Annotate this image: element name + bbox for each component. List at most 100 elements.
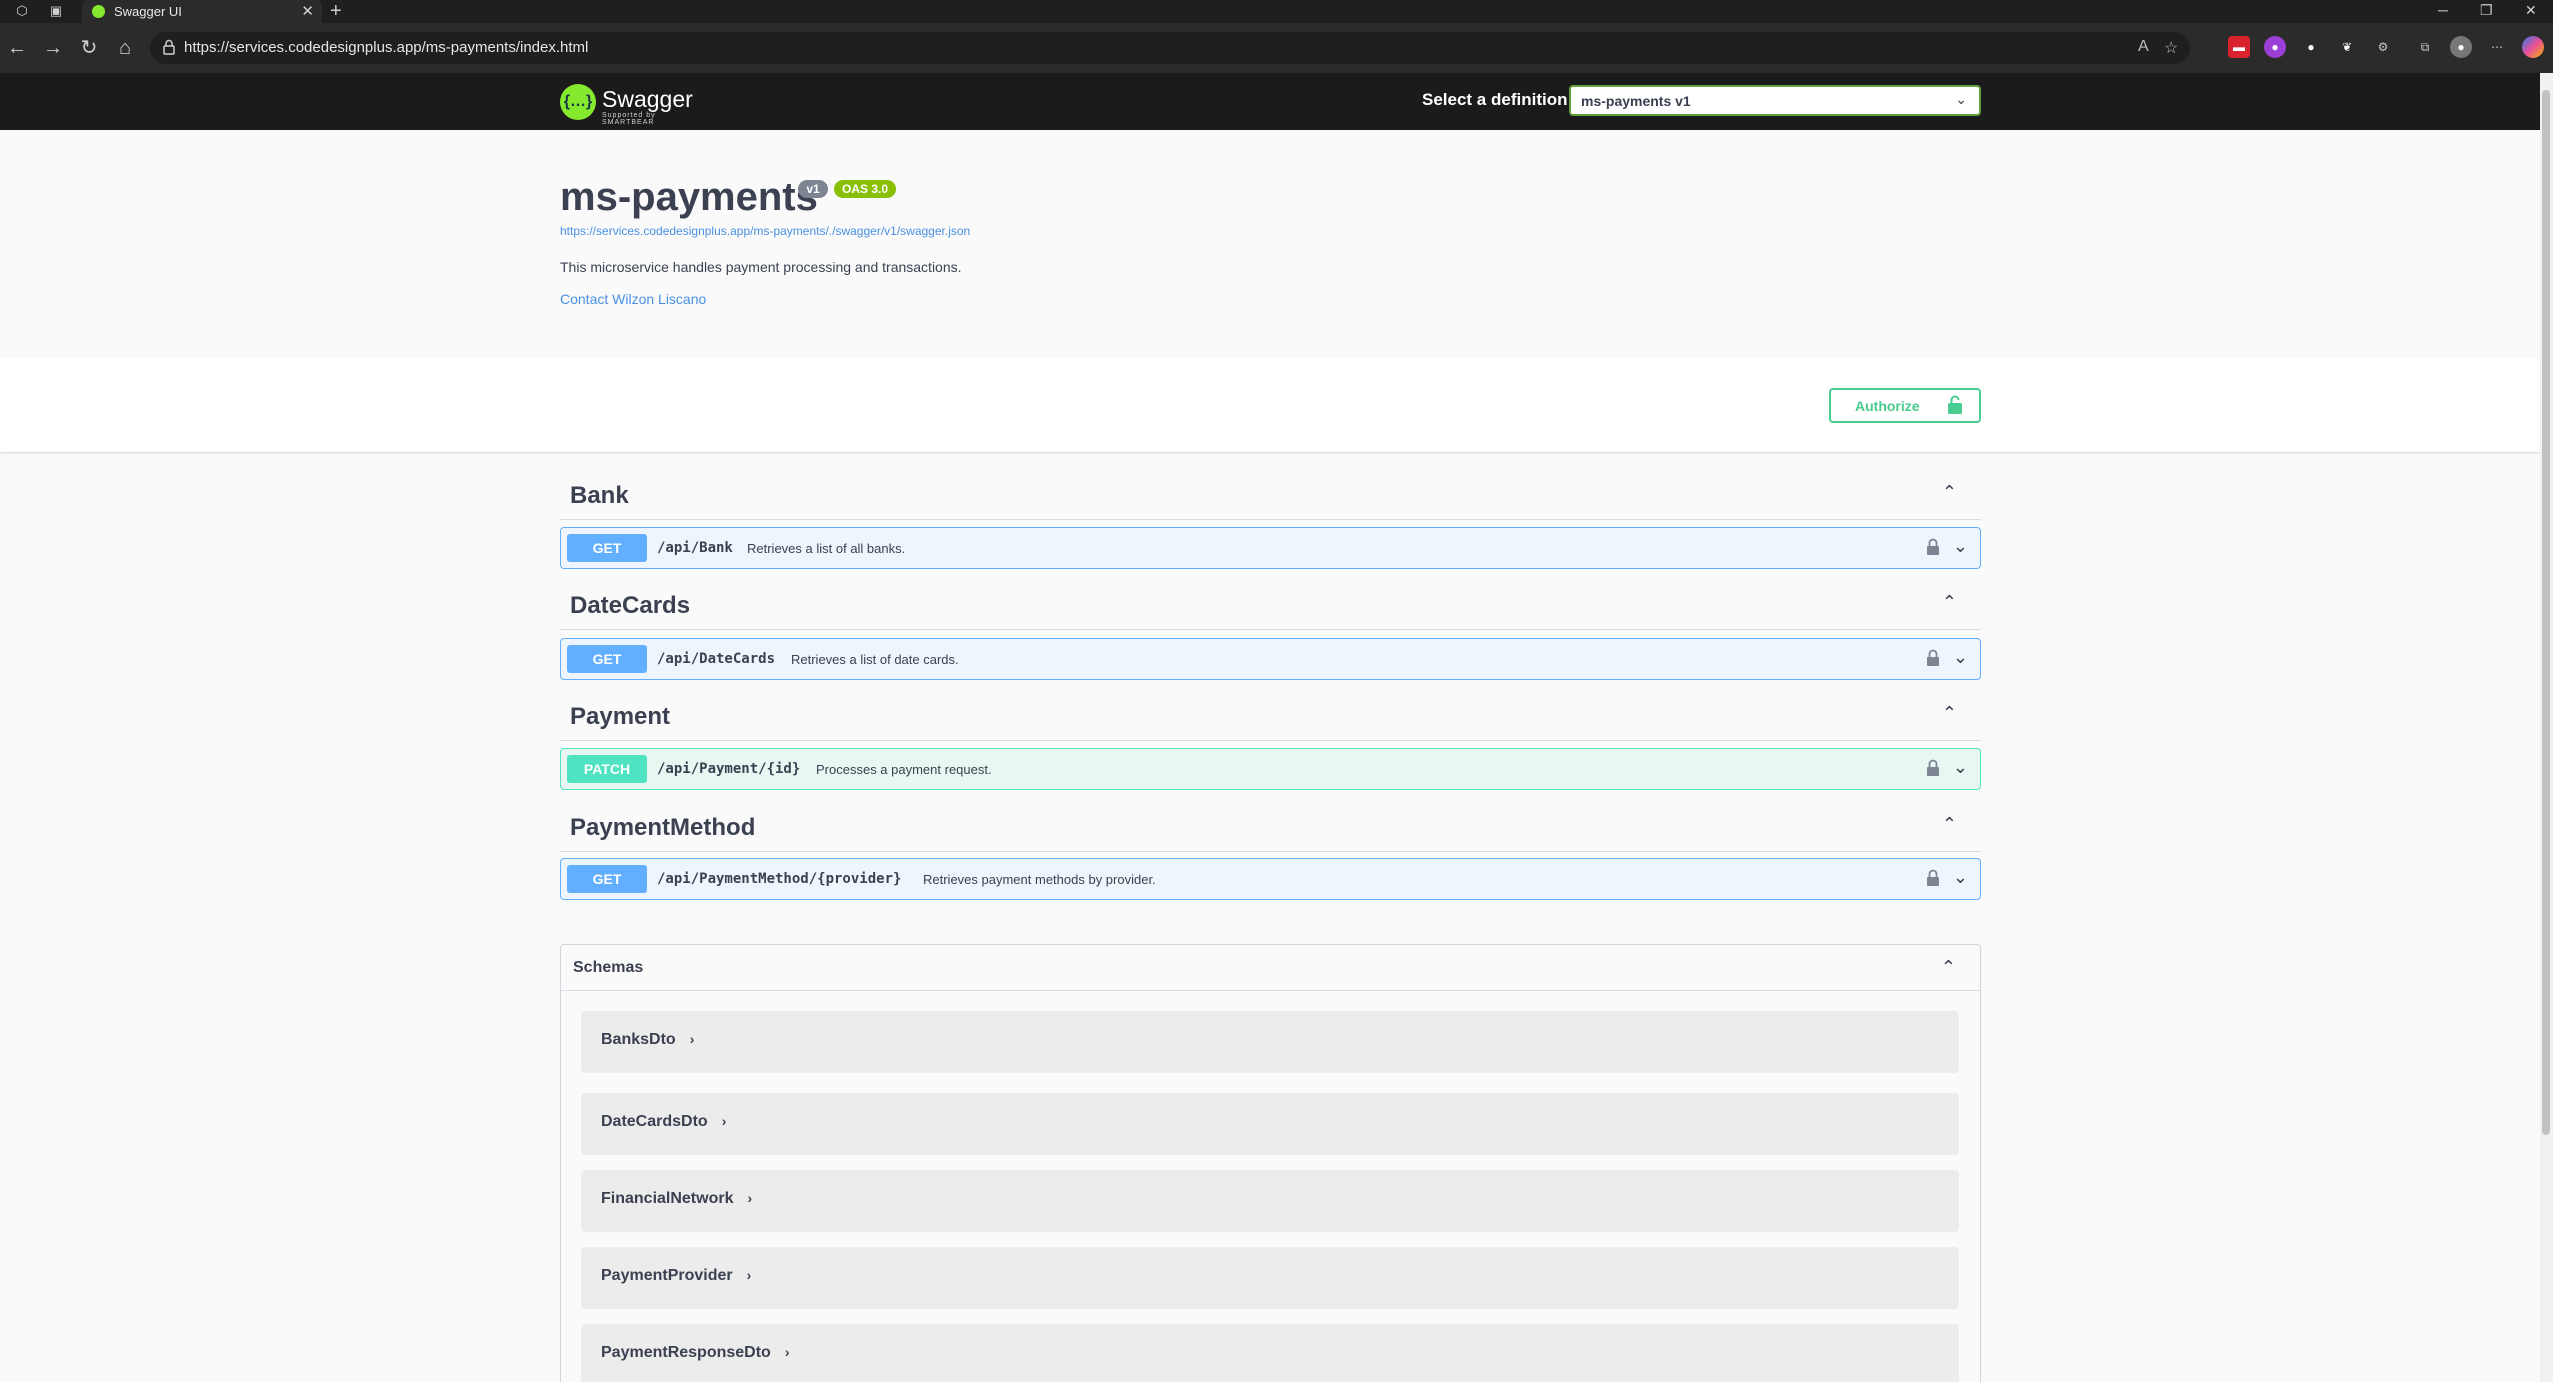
spec-url-link[interactable]: https://services.codedesignplus.app/ms-p… (560, 224, 970, 238)
extension-red-icon[interactable]: ▬ (2228, 36, 2250, 58)
lock-icon[interactable] (1926, 538, 1940, 556)
tag-name: Payment (570, 703, 671, 730)
oas-badge: OAS 3.0 (834, 180, 896, 198)
method-badge: GET (567, 865, 647, 893)
copilot-icon[interactable] (2522, 36, 2544, 58)
operation-summary: Retrieves payment methods by provider. (923, 872, 1156, 887)
chevron-up-icon[interactable]: ⌃ (1942, 703, 1957, 724)
lock-icon[interactable] (1926, 869, 1940, 887)
method-badge: PATCH (567, 755, 647, 783)
model-row[interactable]: PaymentResponseDto › (581, 1324, 1959, 1382)
chevron-down-icon[interactable]: ⌄ (1953, 536, 1968, 557)
model-row[interactable]: PaymentProvider › (581, 1247, 1959, 1309)
operation-patch-payment[interactable]: PATCH /api/Payment/{id} Processes a paym… (560, 748, 1981, 790)
chevron-up-icon[interactable]: ⌃ (1941, 957, 1956, 978)
model-name: BanksDto (601, 1031, 676, 1048)
home-icon[interactable]: ⌂ (113, 36, 137, 60)
method-badge: GET (567, 645, 647, 673)
chevron-right-icon[interactable]: › (690, 1031, 695, 1047)
chevron-down-icon[interactable]: ⌄ (1953, 867, 1968, 888)
definition-select[interactable]: ms-payments v1 ⌄ (1569, 85, 1981, 116)
chevron-up-icon[interactable]: ⌃ (1942, 592, 1957, 613)
definition-select-value: ms-payments v1 (1581, 93, 1691, 109)
swagger-logo-icon: {…} (560, 84, 596, 120)
logo-text: Swagger (602, 86, 693, 112)
page-title: ms-payments (560, 175, 818, 219)
profile-avatar-icon[interactable]: ● (2450, 36, 2472, 58)
schemas-header[interactable]: Schemas ⌃ (561, 945, 1980, 991)
tag-name: DateCards (570, 592, 691, 619)
authorize-label: Authorize (1855, 398, 1920, 414)
contact-link[interactable]: Contact Wilzon Liscano (560, 291, 706, 307)
chevron-up-icon[interactable]: ⌃ (1942, 482, 1957, 503)
new-tab-button[interactable]: + (330, 0, 342, 22)
minimize-icon[interactable]: ─ (2438, 2, 2448, 18)
model-name: PaymentProvider (601, 1267, 733, 1284)
api-info: ms-payments v1 OAS 3.0 https://services.… (0, 130, 2540, 358)
extension-circle-icon[interactable]: ● (2300, 36, 2322, 58)
chevron-up-icon[interactable]: ⌃ (1942, 814, 1957, 835)
model-row[interactable]: FinancialNetwork › (581, 1170, 1959, 1232)
url-field[interactable]: https://services.codedesignplus.app/ms-p… (150, 32, 2190, 64)
method-badge: GET (567, 534, 647, 562)
url-text: https://services.codedesignplus.app/ms-p… (184, 39, 589, 56)
chevron-down-icon: ⌄ (1955, 91, 1967, 107)
api-description: This microservice handles payment proces… (560, 259, 962, 275)
chevron-down-icon[interactable]: ⌄ (1953, 647, 1968, 668)
tag-section-paymentmethod[interactable]: PaymentMethod ⌃ (560, 800, 1981, 852)
browser-tab-bar: ⬡ ▣ Swagger UI ✕ + ─ ❐ ✕ (0, 0, 2553, 23)
operation-summary: Retrieves a list of all banks. (747, 541, 906, 556)
window-close-icon[interactable]: ✕ (2525, 2, 2537, 19)
forward-icon[interactable]: → (41, 36, 65, 60)
tag-section-bank[interactable]: Bank ⌃ (560, 468, 1981, 520)
chevron-right-icon[interactable]: › (747, 1190, 752, 1206)
extensions-icon[interactable]: ⚙ (2372, 36, 2394, 58)
chevron-down-icon[interactable]: ⌄ (1953, 757, 1968, 778)
operation-get-datecards[interactable]: GET /api/DateCards Retrieves a list of d… (560, 638, 1981, 680)
more-menu-icon[interactable]: ⋯ (2486, 36, 2508, 58)
authorize-button[interactable]: Authorize (1829, 388, 1981, 423)
select-definition-label: Select a definition (1422, 90, 1568, 109)
site-info-icon[interactable] (162, 39, 176, 55)
model-name: FinancialNetwork (601, 1190, 734, 1207)
operation-path: /api/Bank (657, 540, 733, 556)
chevron-right-icon[interactable]: › (785, 1344, 790, 1360)
address-bar: ← → ↻ ⌂ https://services.codedesignplus.… (0, 23, 2553, 73)
operation-path: /api/PaymentMethod/{provider} (657, 871, 902, 887)
lock-icon[interactable] (1926, 759, 1940, 777)
operation-get-paymentmethod[interactable]: GET /api/PaymentMethod/{provider} Retrie… (560, 858, 1981, 900)
tag-section-payment[interactable]: Payment ⌃ (560, 689, 1981, 741)
model-row[interactable]: BanksDto › (581, 1011, 1959, 1073)
browser-tab[interactable]: Swagger UI ✕ (82, 0, 322, 23)
tab-actions-icon[interactable]: ▣ (48, 3, 64, 19)
model-row[interactable]: DateCardsDto › (581, 1093, 1959, 1155)
logo-subtext: Supported by SMARTBEAR (602, 112, 656, 126)
restore-icon[interactable]: ❐ (2480, 2, 2493, 19)
version-badge: v1 (798, 180, 828, 198)
workspaces-icon[interactable]: ⬡ (14, 3, 30, 19)
tag-name: PaymentMethod (570, 814, 756, 841)
swagger-logo[interactable]: {…} Swagger Supported by SMARTBEAR (560, 78, 710, 126)
refresh-icon[interactable]: ↻ (77, 36, 101, 60)
tag-section-datecards[interactable]: DateCards ⌃ (560, 578, 1981, 630)
scheme-container: Authorize (0, 358, 2540, 452)
chevron-right-icon[interactable]: › (722, 1113, 727, 1129)
lock-icon[interactable] (1926, 649, 1940, 667)
chevron-right-icon[interactable]: › (747, 1267, 752, 1283)
tag-name: Bank (570, 482, 629, 509)
model-name: PaymentResponseDto (601, 1344, 771, 1361)
scrollbar-thumb[interactable] (2542, 90, 2550, 1135)
back-icon[interactable]: ← (5, 36, 29, 60)
operation-get-bank[interactable]: GET /api/Bank Retrieves a list of all ba… (560, 527, 1981, 569)
collections-icon[interactable]: ⧉ (2414, 36, 2436, 58)
read-aloud-icon[interactable]: A (2138, 38, 2149, 56)
tab-close-icon[interactable]: ✕ (301, 2, 314, 20)
extension-purple-icon[interactable]: ● (2264, 36, 2286, 58)
operation-summary: Processes a payment request. (816, 762, 992, 777)
unlock-icon (1948, 395, 1962, 414)
favorite-star-icon[interactable]: ☆ (2164, 38, 2178, 58)
operation-path: /api/Payment/{id} (657, 761, 801, 777)
swagger-favicon-icon (92, 5, 105, 18)
operation-summary: Retrieves a list of date cards. (791, 652, 959, 667)
extension-leaf-icon[interactable]: ❦ (2336, 36, 2358, 58)
